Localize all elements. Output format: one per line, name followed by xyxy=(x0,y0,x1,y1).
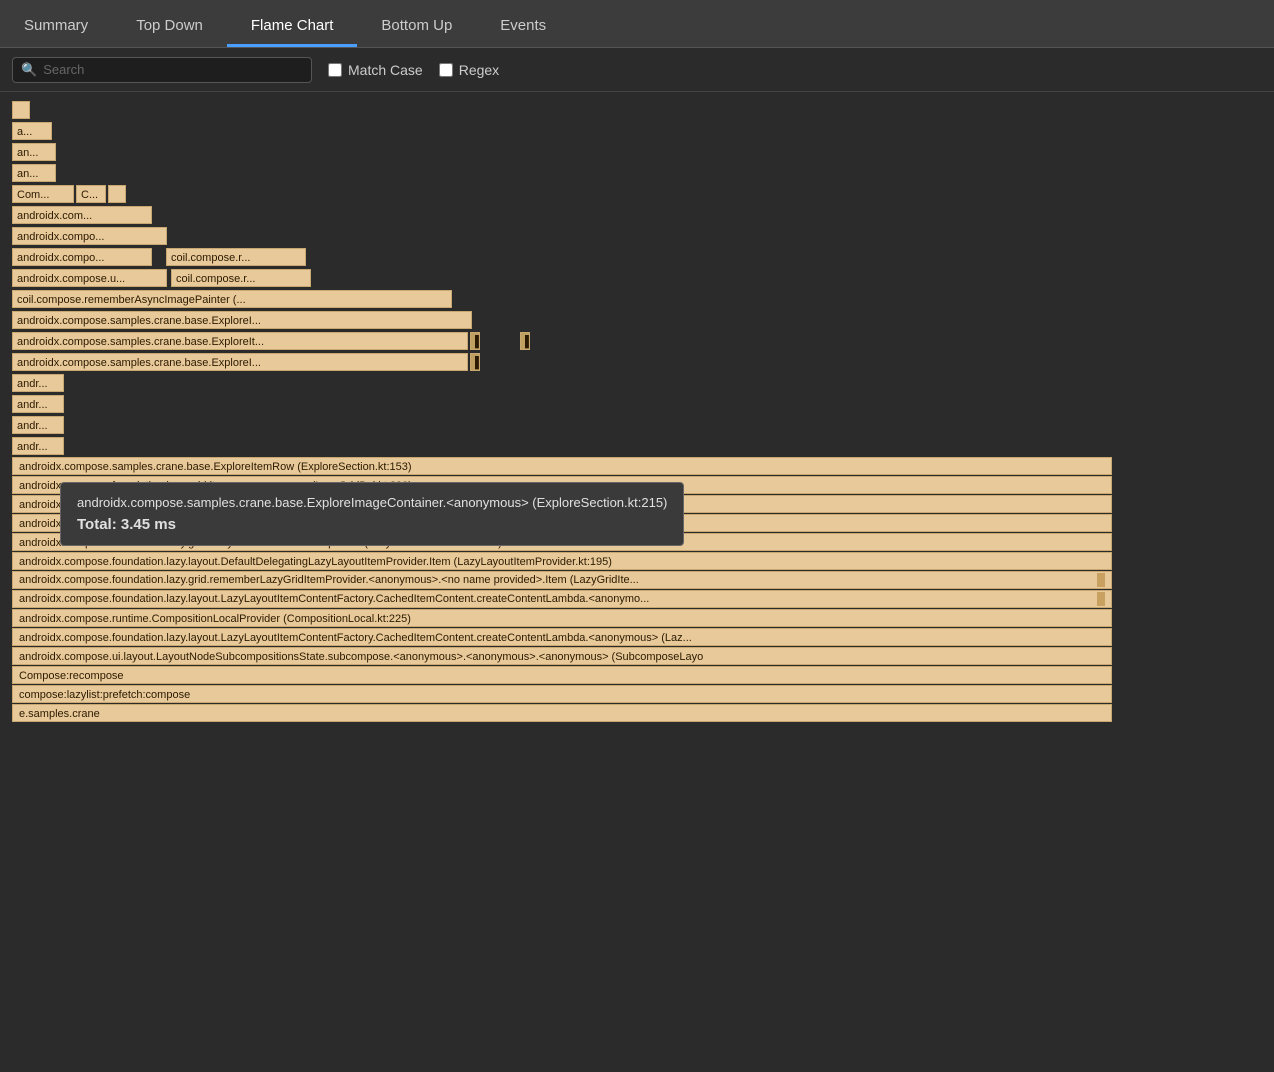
match-case-checkbox[interactable] xyxy=(328,63,342,77)
flame-block[interactable] xyxy=(108,185,126,203)
tab-summary[interactable]: Summary xyxy=(0,7,112,47)
flame-block[interactable]: androidx.compo... xyxy=(12,248,152,266)
flame-block[interactable]: andr... xyxy=(12,416,64,434)
flame-block[interactable]: andr... xyxy=(12,374,64,392)
tab-bar: Summary Top Down Flame Chart Bottom Up E… xyxy=(0,0,1274,48)
flame-row: andr... xyxy=(12,415,1274,435)
regex-label: Regex xyxy=(459,62,499,78)
flame-row-lazylist-prefetch[interactable]: compose:lazylist:prefetch:compose xyxy=(12,685,1112,703)
flame-row: andr... xyxy=(12,373,1274,393)
search-input[interactable] xyxy=(43,62,303,77)
flame-block[interactable]: ▌ xyxy=(470,353,480,371)
tooltip-total: Total: 3.45 ms xyxy=(77,516,667,533)
flame-block[interactable]: androidx.compose.samples.crane.base.Expl… xyxy=(12,353,468,371)
tooltip-title: androidx.compose.samples.crane.base.Expl… xyxy=(77,495,667,510)
flame-row: androidx.compose.samples.crane.base.Expl… xyxy=(12,310,1274,330)
flame-block[interactable]: coil.compose.r... xyxy=(171,269,311,287)
flame-block[interactable]: ▌ xyxy=(470,332,480,350)
search-icon: 🔍 xyxy=(21,62,37,78)
flame-row: an... xyxy=(12,142,1274,162)
flame-row-cacheditem-2[interactable]: androidx.compose.foundation.lazy.layout.… xyxy=(12,628,1112,646)
flame-block[interactable]: an... xyxy=(12,164,56,182)
flame-block[interactable]: andr... xyxy=(12,395,64,413)
flame-block[interactable]: androidx.compose.u... xyxy=(12,269,167,287)
match-case-group[interactable]: Match Case xyxy=(328,62,423,78)
flame-row-rememberlazygrid[interactable]: androidx.compose.foundation.lazy.grid.re… xyxy=(12,571,1112,589)
tab-topdown[interactable]: Top Down xyxy=(112,7,227,47)
flame-row-compositionlocal[interactable]: androidx.compose.runtime.CompositionLoca… xyxy=(12,609,1112,627)
flame-row-defaultdelegating[interactable]: androidx.compose.foundation.lazy.layout.… xyxy=(12,552,1112,570)
flame-block[interactable]: C... xyxy=(76,185,106,203)
flame-area[interactable]: a... an... an... Com... C... androidx.co… xyxy=(0,92,1274,1072)
flame-block[interactable]: ▌ xyxy=(520,332,530,350)
flame-row xyxy=(12,100,1274,120)
flame-block[interactable]: androidx.compose.samples.crane.base.Expl… xyxy=(12,332,468,350)
regex-checkbox[interactable] xyxy=(439,63,453,77)
toolbar: 🔍 Match Case Regex xyxy=(0,48,1274,92)
flame-row: andr... xyxy=(12,394,1274,414)
flame-row-subcompose[interactable]: androidx.compose.ui.layout.LayoutNodeSub… xyxy=(12,647,1112,665)
flame-row: Com... C... xyxy=(12,184,1274,204)
flame-block[interactable]: Com... xyxy=(12,185,74,203)
flame-row: andr... xyxy=(12,436,1274,456)
tooltip: androidx.compose.samples.crane.base.Expl… xyxy=(60,482,684,546)
match-case-label: Match Case xyxy=(348,62,423,78)
regex-group[interactable]: Regex xyxy=(439,62,499,78)
tab-events[interactable]: Events xyxy=(476,7,570,47)
flame-block[interactable]: coil.compose.r... xyxy=(166,248,306,266)
flame-row: androidx.compose.samples.crane.base.Expl… xyxy=(12,352,1274,372)
flame-block[interactable] xyxy=(12,101,30,119)
tab-flamechart[interactable]: Flame Chart xyxy=(227,7,358,47)
flame-row-compose-recompose[interactable]: Compose:recompose xyxy=(12,666,1112,684)
flame-row: an... xyxy=(12,163,1274,183)
flame-row: androidx.compose.samples.crane.base.Expl… xyxy=(12,331,1274,351)
flame-row: androidx.compo... xyxy=(12,226,1274,246)
flame-row: a... xyxy=(12,121,1274,141)
tab-bottomup[interactable]: Bottom Up xyxy=(357,7,476,47)
search-box: 🔍 xyxy=(12,57,312,83)
flame-row-esamples[interactable]: e.samples.crane xyxy=(12,704,1112,722)
flame-row: androidx.compo... coil.compose.r... xyxy=(12,247,1274,267)
flame-block[interactable]: an... xyxy=(12,143,56,161)
flame-block[interactable]: androidx.com... xyxy=(12,206,152,224)
flame-block[interactable]: androidx.compo... xyxy=(12,227,167,245)
flame-row: androidx.compose.u... coil.compose.r... xyxy=(12,268,1274,288)
flame-block[interactable]: andr... xyxy=(12,437,64,455)
flame-row: androidx.com... xyxy=(12,205,1274,225)
flame-row-cacheditem-1[interactable]: androidx.compose.foundation.lazy.layout.… xyxy=(12,590,1112,608)
flame-block[interactable]: androidx.compose.samples.crane.base.Expl… xyxy=(12,311,472,329)
flame-row-exploreitemrow[interactable]: androidx.compose.samples.crane.base.Expl… xyxy=(12,457,1112,475)
flame-block[interactable]: a... xyxy=(12,122,52,140)
flame-row: coil.compose.rememberAsyncImagePainter (… xyxy=(12,289,1274,309)
flame-block[interactable]: coil.compose.rememberAsyncImagePainter (… xyxy=(12,290,452,308)
